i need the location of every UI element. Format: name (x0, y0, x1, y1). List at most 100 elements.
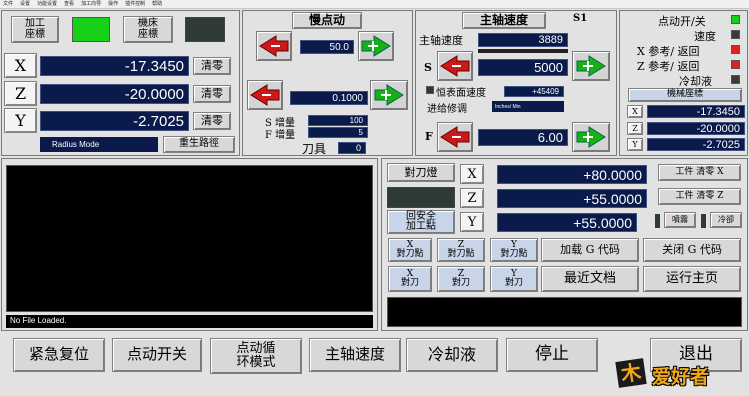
tool-label: 刀具 (302, 142, 327, 156)
spindle-up-button[interactable] (572, 51, 610, 81)
recent-files-button[interactable]: 最近文档 (541, 266, 639, 292)
tool-value: 0 (338, 142, 366, 154)
z-touch-point-button[interactable]: Z 對刀點 (437, 238, 485, 262)
machine-coords-title: 機械座標 (628, 88, 742, 102)
menu-item[interactable]: 操作 (108, 0, 118, 8)
minus-arrow-icon (250, 84, 280, 106)
jog-rate-1: 50.0 (300, 40, 354, 54)
feed-up-button[interactable] (572, 122, 610, 152)
radius-mode-indicator: Radius Mode (40, 137, 158, 152)
touch-y-axis[interactable]: Y (460, 212, 484, 232)
mx-value: -17.3450 (647, 105, 745, 118)
spindle-title: 主轴速度 (462, 12, 546, 29)
minus-arrow-icon (440, 55, 470, 77)
x-touch-point-button[interactable]: X 對刀點 (388, 238, 432, 262)
machine-coords-button[interactable]: 機床 座標 (123, 16, 173, 43)
minus-arrow-icon (440, 126, 470, 148)
y-touch-point-button[interactable]: Y 對刀點 (490, 238, 538, 262)
feed-override-label: 进给修调 (427, 104, 467, 115)
x-touch-button[interactable]: X 對刀 (388, 266, 432, 292)
tool-light-button[interactable]: 對刀燈 (387, 163, 455, 182)
menu-item[interactable]: 插件控制 (125, 0, 145, 8)
plus-arrow-icon (374, 84, 404, 106)
touch-x-value: +80.0000 (497, 165, 647, 184)
jog-title: 慢点动 (292, 12, 362, 29)
emergency-reset-button[interactable]: 紧急复位 (13, 338, 105, 372)
coolant-button[interactable]: 冷却液 (406, 338, 498, 372)
work-zero-x-button[interactable]: 工件 清零 X (658, 164, 741, 181)
menu-bar: 文件 设置 功能设置 查看 加工向导 操作 插件控制 帮助 (0, 0, 749, 9)
jog-toggle-led (731, 15, 740, 24)
stop-button[interactable]: 停止 (506, 338, 598, 372)
z-touch-button[interactable]: Z 對刀 (437, 266, 485, 292)
zero-x-button[interactable]: 清零 (193, 57, 231, 75)
plus-arrow-icon (576, 55, 606, 77)
s-increment-value: 100 (308, 115, 368, 126)
zero-z-button[interactable]: 清零 (193, 85, 231, 103)
dro-x: -17.3450 (40, 56, 189, 76)
menu-item[interactable]: 查看 (64, 0, 74, 8)
touch-z-axis[interactable]: Z (460, 188, 484, 208)
spindle-speed-value: 3889 (478, 33, 568, 47)
jog-rate-up-button[interactable] (358, 31, 394, 61)
regen-toolpath-button[interactable]: 重生路徑 (163, 136, 235, 153)
close-gcode-button[interactable]: 关闭 G 代码 (643, 238, 741, 262)
zero-y-button[interactable]: 清零 (193, 112, 231, 130)
spindle-down-button[interactable] (437, 51, 473, 81)
menu-item[interactable]: 帮助 (152, 0, 162, 8)
safe-position-button[interactable]: 回安全 加工點 (387, 210, 455, 234)
s-label: S (424, 61, 432, 74)
run-home-button[interactable]: 运行主页 (643, 266, 741, 292)
axis-x-label[interactable]: X (4, 53, 37, 78)
jog-rate-down-button[interactable] (256, 31, 292, 61)
jog-step-down-button[interactable] (247, 80, 283, 110)
my-label: Y (627, 138, 643, 151)
spindle-speed-label: 主轴速度 (419, 34, 463, 47)
plus-arrow-icon (576, 126, 606, 148)
my-value: -2.7025 (647, 138, 745, 151)
coolant-touch-led (701, 214, 706, 228)
mz-value: -20.0000 (647, 122, 745, 135)
gcode-display[interactable] (6, 165, 373, 312)
menu-item[interactable]: 功能设置 (37, 0, 57, 8)
logo-text: 爱好者 (652, 366, 710, 388)
spindle-s-value: 5000 (478, 59, 568, 76)
mdi-input[interactable] (387, 297, 742, 327)
jog-toggle-label: 点动开/关 (658, 15, 706, 28)
machine-coords-led (185, 17, 225, 42)
menu-item[interactable]: 加工向导 (81, 0, 101, 8)
axis-z-label[interactable]: Z (4, 81, 37, 106)
dro-y: -2.7025 (40, 111, 189, 131)
dro-z: -20.0000 (40, 84, 189, 104)
spray-button[interactable]: 噴霧 (664, 212, 696, 228)
speed-led (731, 30, 740, 39)
z-ref-label: Z 参考/ 返回 (637, 60, 700, 73)
coolant-touch-button[interactable]: 冷卻 (710, 212, 742, 228)
x-ref-led (731, 45, 740, 54)
plus-arrow-icon (361, 35, 391, 57)
work-coords-button[interactable]: 加工 座標 (11, 16, 59, 43)
jog-step-up-button[interactable] (370, 80, 408, 110)
axis-y-label[interactable]: Y (4, 108, 37, 133)
jog-toggle-button[interactable]: 点动开关 (112, 338, 202, 372)
work-zero-z-button[interactable]: 工件 清零 Z (658, 188, 741, 205)
mx-label: X (627, 105, 643, 118)
menu-item[interactable]: 文件 (3, 0, 13, 8)
coolant-status-label: 冷却液 (679, 75, 712, 88)
z-ref-led (731, 60, 740, 69)
speed-status-label: 速度 (694, 30, 716, 43)
jog-cycle-mode-button[interactable]: 点动循 环模式 (210, 338, 302, 374)
f-label: F (425, 130, 433, 143)
touch-z-value: +55.0000 (497, 189, 647, 208)
touch-x-axis[interactable]: X (460, 164, 484, 184)
feed-down-button[interactable] (437, 122, 473, 152)
touch-y-value: +55.0000 (497, 213, 637, 232)
spindle-speed-button[interactable]: 主轴速度 (309, 338, 401, 372)
hobbyist-logo-icon: 木 (615, 358, 647, 388)
feed-units: Inches/ Min (492, 101, 564, 112)
y-touch-button[interactable]: Y 對刀 (490, 266, 538, 292)
radius-mode-label: Radius Mode (52, 140, 100, 149)
menu-item[interactable]: 设置 (20, 0, 30, 8)
load-gcode-button[interactable]: 加载 G 代码 (541, 238, 639, 262)
jog-rate-2: 0.1000 (290, 91, 368, 105)
